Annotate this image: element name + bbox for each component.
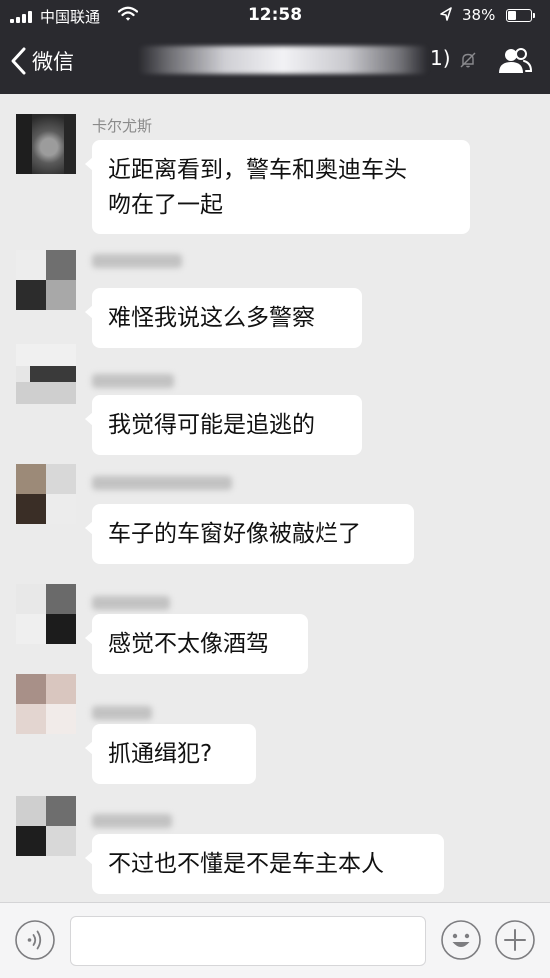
message-text-line: 难怪我说这么多警察 <box>108 305 315 331</box>
battery-icon <box>506 9 535 22</box>
message-text-line: 吻在了一起 <box>108 192 223 218</box>
blurred-sender-name <box>92 706 152 720</box>
blurred-sender-name <box>92 596 170 610</box>
message-input[interactable] <box>70 916 426 966</box>
blurred-sender-name <box>92 374 174 388</box>
message-bubble[interactable]: 难怪我说这么多警察 <box>85 288 362 348</box>
blurred-sender-name <box>92 254 182 268</box>
blurred-group-name <box>138 46 428 74</box>
avatar[interactable] <box>16 464 76 524</box>
chat-title: 1) <box>138 42 456 78</box>
voice-icon[interactable] <box>14 919 56 961</box>
battery-fill <box>508 11 516 20</box>
avatar[interactable] <box>16 674 76 734</box>
chat-area[interactable]: 卡尔尤斯 近距离看到，警车和奥迪车头 吻在了一起 难怪我说这么多警察 我觉得可能… <box>0 94 550 902</box>
chat-navigation-bar: 微信 1) <box>0 32 550 94</box>
avatar[interactable] <box>16 796 76 856</box>
message-bubble[interactable]: 不过也不懂是不是车主本人 <box>85 834 444 894</box>
message-text-line: 车子的车窗好像被敲烂了 <box>108 521 361 547</box>
message-bubble[interactable]: 近距离看到，警车和奥迪车头 吻在了一起 <box>85 140 470 234</box>
avatar[interactable] <box>16 114 76 174</box>
message-text-line: 近距离看到，警车和奥迪车头 <box>108 157 407 183</box>
status-bar: 中国联通 12:58 38% <box>0 0 550 32</box>
location-icon <box>440 7 452 21</box>
message-text-line: 抓通缉犯? <box>108 741 213 767</box>
sender-name: 卡尔尤斯 <box>92 117 153 135</box>
avatar[interactable] <box>16 344 76 404</box>
blurred-sender-name <box>92 814 172 828</box>
member-count-fragment: 1) <box>430 46 451 70</box>
back-label: 微信 <box>32 50 74 74</box>
message-input-bar <box>0 902 550 978</box>
blurred-sender-name <box>92 476 232 490</box>
message-text-line: 感觉不太像酒驾 <box>108 631 269 657</box>
mute-bell-icon <box>460 52 476 68</box>
chevron-left-icon <box>11 47 26 75</box>
plus-icon[interactable] <box>494 919 536 961</box>
top-bar: 中国联通 12:58 38% 微信 1) <box>0 0 550 94</box>
message-bubble[interactable]: 抓通缉犯? <box>85 724 256 784</box>
back-button[interactable]: 微信 <box>8 44 74 78</box>
message-bubble[interactable]: 车子的车窗好像被敲烂了 <box>85 504 414 564</box>
avatar[interactable] <box>16 250 76 310</box>
emoji-icon[interactable] <box>440 919 482 961</box>
group-members-button[interactable] <box>498 46 532 76</box>
battery-percentage: 38% <box>462 6 496 24</box>
message-bubble[interactable]: 我觉得可能是追逃的 <box>85 395 362 455</box>
message-text-line: 不过也不懂是不是车主本人 <box>108 851 384 877</box>
message-bubble[interactable]: 感觉不太像酒驾 <box>85 614 308 674</box>
message-text-line: 我觉得可能是追逃的 <box>108 412 315 438</box>
avatar[interactable] <box>16 584 76 644</box>
